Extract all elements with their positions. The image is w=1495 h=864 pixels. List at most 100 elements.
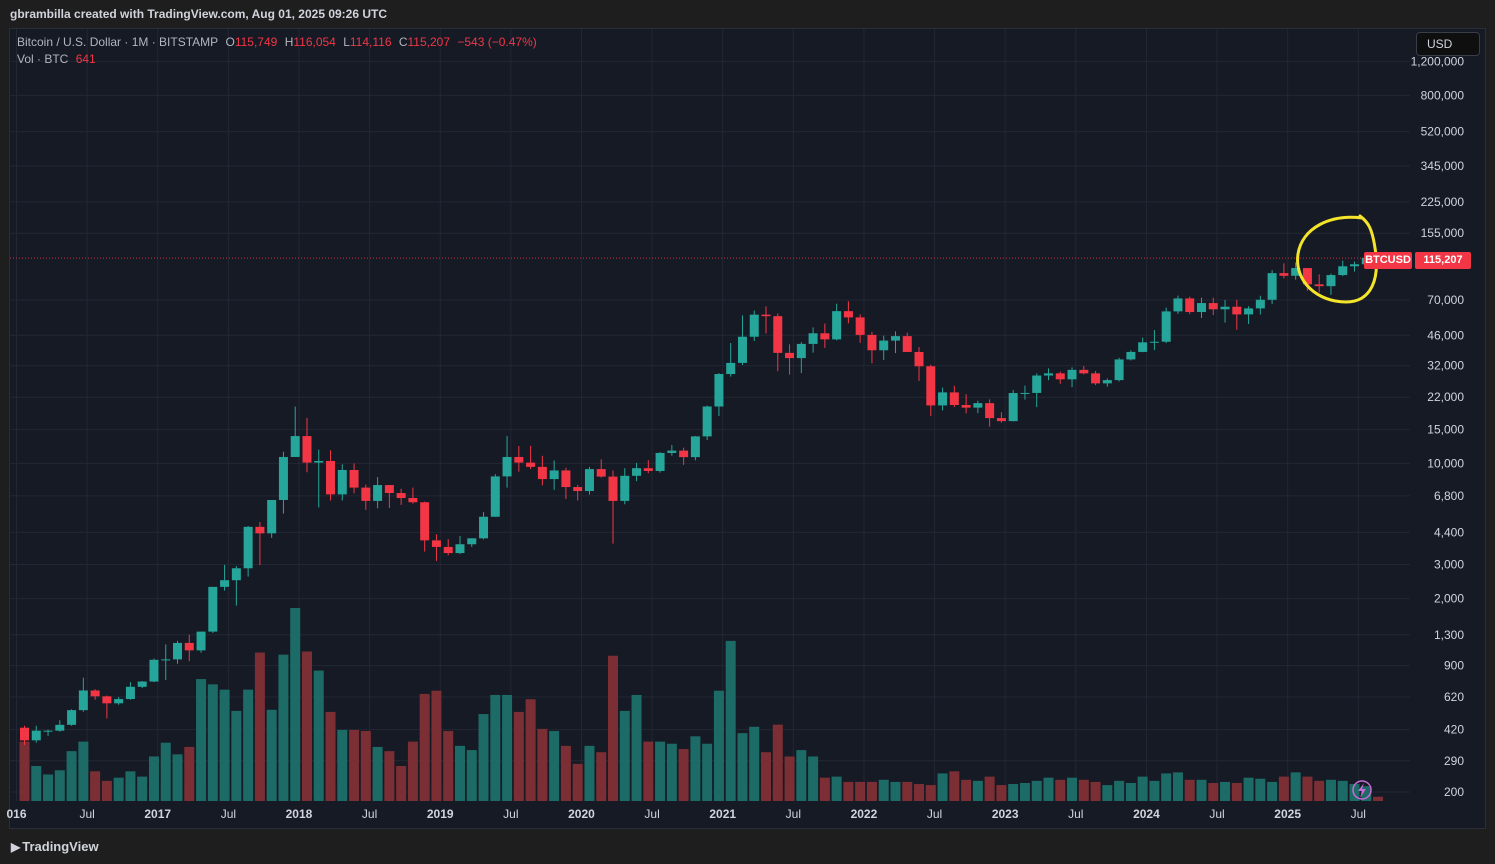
candle-body (561, 470, 571, 488)
candle-body (573, 487, 583, 492)
volume-bar (843, 781, 854, 801)
volume-bar (396, 766, 407, 801)
volume-bar (937, 773, 948, 801)
candle-body (1267, 273, 1277, 300)
volume-bar (1184, 779, 1195, 801)
legend-low-value: 114,116 (349, 35, 392, 49)
candle-body (1185, 298, 1195, 313)
volume-bar (278, 654, 289, 801)
volume-bar (761, 752, 772, 801)
volume-bar (196, 679, 207, 801)
volume-bar (184, 746, 195, 801)
volume-bar (961, 779, 972, 801)
x-tick-label: 2018 (286, 807, 313, 821)
volume-bar (1125, 782, 1136, 801)
candle-body (1279, 273, 1289, 276)
candle-body (1197, 303, 1206, 313)
volume-bar (1208, 782, 1219, 801)
volume-bar (608, 655, 618, 801)
candle-body (55, 724, 65, 731)
candle-body (290, 436, 300, 457)
volume-bar (1090, 781, 1101, 801)
candle-body (796, 343, 806, 359)
volume-bar (1220, 781, 1231, 801)
candle-body (1067, 369, 1077, 380)
legend-volume-label[interactable]: Vol · BTC (17, 52, 68, 66)
candle-body (879, 340, 889, 351)
volume-bar (172, 754, 183, 801)
volume-bar (43, 774, 54, 801)
volume-bar (914, 784, 925, 801)
candle-body (1255, 299, 1265, 309)
y-tick-label: 6,800 (1434, 489, 1464, 503)
candle-body (1138, 342, 1148, 352)
volume-bar (655, 741, 666, 801)
y-tick-label: 46,000 (1427, 328, 1464, 342)
price-label-value: 115,207 (1415, 252, 1471, 269)
candle-body (961, 405, 971, 408)
volume-bar (713, 690, 724, 801)
legend-open-label: O (225, 35, 235, 49)
candle-body (490, 476, 500, 517)
volume-bar (1008, 784, 1019, 801)
y-tick-label: 520,000 (1421, 125, 1465, 139)
legend-close-value: 115,207 (407, 35, 451, 49)
y-tick-label: 345,000 (1421, 159, 1465, 173)
legend-symbol[interactable]: Bitcoin / U.S. Dollar · 1M · BITSTAMP (17, 35, 218, 49)
chart-canvas[interactable]: 200 290 420 620 900 1,300 2,000 3,000 4,400 6,800… (0, 0, 1495, 864)
x-tick-label: 2020 (568, 807, 595, 821)
candle-body (537, 466, 547, 480)
candle-body (949, 392, 959, 406)
y-tick-label: 290 (1444, 754, 1464, 768)
candle-body (702, 406, 712, 437)
candle-body (714, 374, 724, 407)
y-tick-label: 1,300 (1434, 628, 1464, 642)
volume-bar (866, 781, 877, 801)
tradingview-logo[interactable]: ▶ TradingView (11, 839, 99, 854)
volume-bar (643, 741, 654, 801)
volume-bar (1314, 780, 1325, 801)
volume-bar (207, 684, 218, 801)
volume-bar (243, 689, 254, 801)
volume-bar (1278, 776, 1289, 801)
volume-bar (360, 731, 371, 801)
volume-bar (1243, 777, 1254, 801)
volume-bar (1373, 796, 1384, 801)
candle-body (267, 500, 277, 534)
candle-body (514, 456, 524, 463)
legend-change: −543 (−0.47%) (457, 35, 537, 49)
candle-body (1032, 375, 1042, 393)
volume-bar (949, 771, 960, 801)
y-tick-label: 1,200,000 (1411, 54, 1465, 68)
volume-bar (54, 770, 65, 801)
candle-body (643, 468, 653, 471)
volume-bar (101, 780, 112, 801)
candle-body (996, 418, 1006, 422)
candle-body (584, 469, 594, 492)
legend-high-value: 116,054 (293, 35, 336, 49)
volume-bar (996, 785, 1007, 801)
volume-bar (137, 776, 148, 801)
candle-body (690, 436, 700, 458)
candle-body (1232, 306, 1242, 315)
chart-legend: Bitcoin / U.S. Dollar · 1M · BITSTAMP O 1… (17, 34, 537, 68)
candle-body (902, 336, 912, 352)
legend-volume-row: Vol · BTC 641 (17, 51, 537, 68)
volume-bar (525, 699, 536, 801)
x-tick-label: 2023 (992, 807, 1019, 821)
candle-body (1244, 308, 1254, 315)
currency-button[interactable]: USD (1416, 32, 1480, 56)
candle-body (479, 516, 489, 539)
volume-bar (443, 731, 454, 801)
volume-bar (1137, 776, 1148, 801)
x-tick-label: Jul (362, 807, 377, 821)
candle-body (1173, 298, 1183, 312)
volume-bar (808, 756, 819, 801)
volume-bar (1102, 785, 1113, 801)
volume-bar (1149, 780, 1160, 801)
candle-body (31, 730, 41, 741)
candle-body (78, 690, 88, 711)
x-tick-label: Jul (644, 807, 659, 821)
x-tick-label: Jul (1068, 807, 1083, 821)
candle-body (726, 362, 736, 375)
